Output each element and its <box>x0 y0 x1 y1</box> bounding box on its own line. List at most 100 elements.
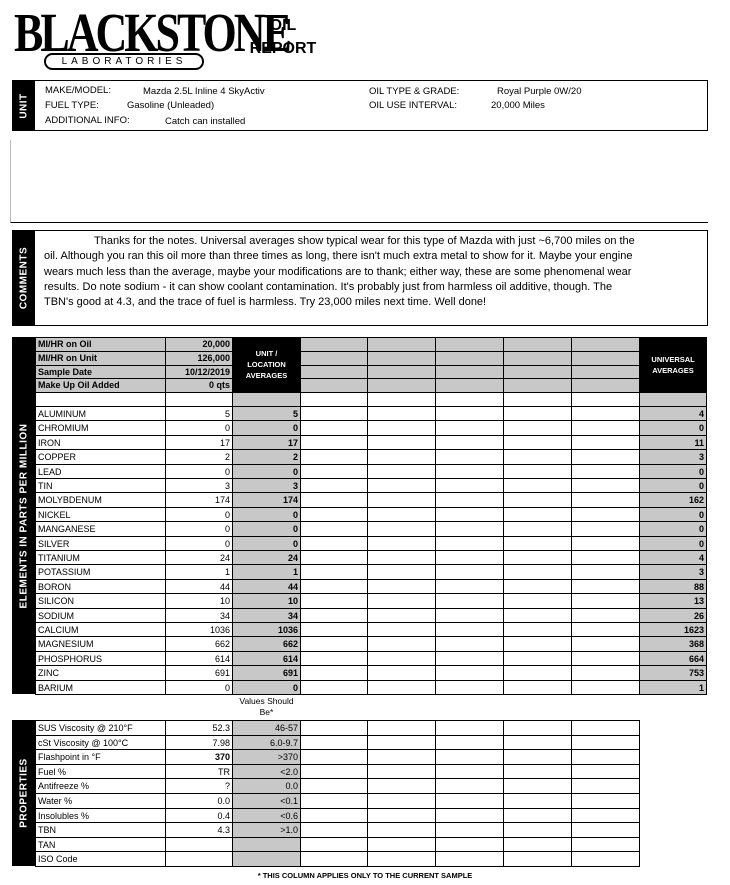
history-column-cell <box>300 734 368 751</box>
sample-info-label: MI/HR on Unit <box>35 350 166 366</box>
history-column-cell <box>300 622 368 638</box>
blank-row-cell <box>35 392 166 407</box>
elements-section: ELEMENTS IN PARTS PER MILLION <box>12 337 36 694</box>
history-column-cell <box>503 492 572 508</box>
element-universal-average: 3 <box>639 564 707 580</box>
history-column-cell <box>367 636 436 652</box>
history-column-cell <box>571 550 640 566</box>
history-column-cell <box>503 521 572 537</box>
history-column-cell <box>367 807 436 824</box>
history-column-cell <box>503 578 572 595</box>
comments-section-label: COMMENTS <box>18 246 30 310</box>
blank-row-cell <box>300 392 368 407</box>
sample-info-label: Make Up Oil Added <box>35 378 166 393</box>
history-column-cell <box>503 564 572 580</box>
history-column-cell <box>571 622 640 638</box>
history-column-cell <box>435 406 504 422</box>
element-value: 3 <box>165 478 233 494</box>
history-column-cell <box>435 836 504 853</box>
blank-row-cell <box>232 392 301 407</box>
history-column-cell <box>300 420 368 436</box>
history-column-cell <box>503 406 572 422</box>
history-column-cell <box>571 607 640 623</box>
history-column-cell <box>503 535 572 551</box>
history-column-cell <box>300 822 368 838</box>
unit-location-averages-header: UNIT / LOCATION AVERAGES <box>232 337 301 392</box>
comments-section: COMMENTS Thanks for the notes. Universal… <box>12 230 708 326</box>
history-column-cell <box>367 420 436 436</box>
element-universal-average: 1623 <box>639 622 707 638</box>
fuel-type-value: Gasoline (Unleaded) <box>127 100 215 111</box>
element-universal-average: 0 <box>639 506 707 523</box>
property-name: cSt Viscosity @ 100°C <box>35 734 166 751</box>
history-column-cell <box>367 851 436 867</box>
history-column-cell <box>435 636 504 652</box>
history-column-cell <box>300 836 368 853</box>
properties-section: PROPERTIES <box>12 720 36 866</box>
element-name: CALCIUM <box>35 622 166 638</box>
property-should-be: 0.0 <box>232 778 301 794</box>
history-column-cell <box>367 564 436 580</box>
property-name: Antifreeze % <box>35 778 166 794</box>
element-universal-average: 0 <box>639 535 707 551</box>
element-unit-average: 0 <box>232 679 301 695</box>
element-unit-average: 662 <box>232 636 301 652</box>
history-column-cell <box>435 506 504 523</box>
history-column-cell <box>435 650 504 667</box>
element-value: 1036 <box>165 622 233 638</box>
unit-section-label: UNIT <box>18 92 30 119</box>
element-value: 174 <box>165 492 233 508</box>
history-column-cell <box>435 778 504 794</box>
element-universal-average: 26 <box>639 607 707 623</box>
history-column-cell <box>571 578 640 595</box>
history-column-cell <box>503 364 572 380</box>
element-value: 662 <box>165 636 233 652</box>
history-column-cell <box>300 350 368 366</box>
history-column-cell <box>571 836 640 853</box>
element-name: MOLYBDENUM <box>35 492 166 508</box>
history-column-cell <box>367 593 436 609</box>
history-column-cell <box>300 478 368 494</box>
history-column-cell <box>503 650 572 667</box>
history-column-cell <box>571 778 640 794</box>
history-column-cell <box>571 720 640 736</box>
history-column-cell <box>503 550 572 566</box>
element-name: PHOSPHORUS <box>35 650 166 667</box>
element-universal-average: 0 <box>639 463 707 479</box>
elements-section-label: ELEMENTS IN PARTS PER MILLION <box>18 423 30 608</box>
properties-section-label: PROPERTIES <box>18 758 30 828</box>
blank-row-cell <box>165 392 233 407</box>
history-column-cell <box>300 406 368 422</box>
history-column-cell <box>435 734 504 751</box>
history-column-cell <box>435 622 504 638</box>
history-column-cell <box>571 350 640 366</box>
history-column-cell <box>571 364 640 380</box>
history-column-cell <box>435 364 504 380</box>
fuel-type-label: FUEL TYPE: <box>45 100 99 111</box>
history-column-cell <box>503 665 572 681</box>
element-name: ALUMINUM <box>35 406 166 422</box>
history-column-cell <box>571 679 640 695</box>
history-column-cell <box>300 578 368 595</box>
history-column-cell <box>367 679 436 695</box>
history-column-cell <box>435 607 504 623</box>
property-name: SUS Viscosity @ 210°F <box>35 720 166 736</box>
blank-row-cell <box>639 392 707 407</box>
history-column-cell <box>503 378 572 393</box>
history-column-cell <box>300 337 368 352</box>
blank-row-cell <box>503 392 572 407</box>
element-value: 5 <box>165 406 233 422</box>
history-column-cell <box>367 622 436 638</box>
history-column-cell <box>503 749 572 765</box>
history-column-cell <box>367 378 436 393</box>
element-universal-average: 0 <box>639 420 707 436</box>
element-unit-average: 10 <box>232 593 301 609</box>
history-column-cell <box>571 593 640 609</box>
element-unit-average: 0 <box>232 506 301 523</box>
history-column-cell <box>367 607 436 623</box>
element-value: 0 <box>165 535 233 551</box>
history-column-cell <box>571 749 640 765</box>
history-column-cell <box>300 492 368 508</box>
element-value: 44 <box>165 578 233 595</box>
element-name: COPPER <box>35 449 166 465</box>
